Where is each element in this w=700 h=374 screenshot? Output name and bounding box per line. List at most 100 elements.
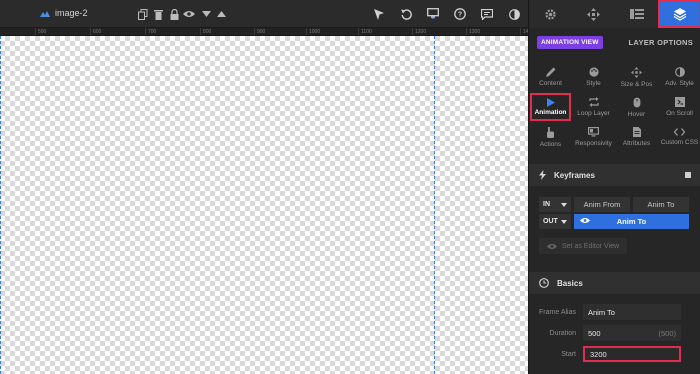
option-hover[interactable]: Hover — [615, 92, 658, 122]
option-label: Style — [586, 80, 601, 87]
out-dropdown[interactable]: OUT — [539, 214, 571, 229]
anim-from-label: Anim From — [583, 200, 621, 209]
layer-options-title: LAYER OPTIONS — [628, 37, 693, 47]
option-loop-layer[interactable]: Loop Layer — [572, 92, 615, 122]
option-content[interactable]: Content — [529, 62, 572, 92]
option-on-scroll[interactable]: On Scroll — [658, 92, 700, 122]
option-label: Hover — [627, 110, 646, 118]
ruler-tick: 1000 — [306, 28, 320, 35]
canvas-guide-left[interactable] — [0, 36, 1, 374]
set-editor-view-button[interactable]: Set as Editor View — [539, 238, 628, 254]
pencil-icon — [545, 67, 555, 77]
undo-icon[interactable] — [398, 6, 414, 22]
animation-view-badge[interactable]: ANIMATION VIEW — [537, 35, 603, 49]
desktop-icon[interactable] — [425, 6, 441, 22]
option-responsivity[interactable]: Responsivity — [572, 122, 615, 152]
contrast-icon — [674, 67, 685, 77]
scroll-icon — [674, 97, 685, 107]
image-layer-icon — [40, 11, 50, 17]
canvas-guide-right[interactable] — [434, 36, 435, 374]
layer-name-text: image-2 — [55, 8, 88, 18]
loop-icon — [588, 97, 599, 107]
ruler-tick: 700 — [145, 28, 156, 35]
ruler-tick: 500 — [35, 28, 46, 35]
keyframes-title: Keyframes — [554, 170, 595, 180]
copy-icon[interactable] — [135, 6, 151, 22]
arrow-down-icon[interactable] — [198, 6, 214, 22]
monitor-icon — [588, 127, 599, 137]
anim-to-label: Anim To — [647, 200, 675, 209]
chevron-down-icon — [561, 219, 567, 224]
start-input[interactable]: 3200 — [583, 346, 681, 362]
animation-highlight: Animation — [529, 93, 572, 121]
start-label: Start — [561, 350, 576, 358]
option-adv-style[interactable]: Adv. Style — [658, 62, 700, 92]
navigation-arrows-icon[interactable] — [572, 0, 615, 28]
help-icon[interactable]: ? — [452, 6, 468, 22]
option-label: On Scroll — [666, 110, 693, 117]
ruler-tick: 800 — [200, 28, 211, 35]
anim-to-active-label: Anim To — [616, 217, 647, 226]
chevron-down-icon — [561, 202, 567, 207]
top-toolbar: image-2 ? — [0, 0, 528, 28]
frame-alias-label: Frame Alias — [539, 308, 576, 316]
option-actions[interactable]: Actions — [529, 122, 572, 152]
frame-alias-field: Frame Alias Anim To — [529, 304, 700, 320]
lock-icon[interactable] — [166, 6, 182, 22]
frame-alias-input[interactable]: Anim To — [583, 304, 681, 320]
trash-icon[interactable] — [150, 6, 166, 22]
horizontal-ruler[interactable]: 500 600 700 800 900 1000 1100 1200 1300 … — [0, 28, 528, 36]
option-attributes[interactable]: Attributes — [615, 122, 658, 152]
panel-header: ANIMATION VIEW LAYER OPTIONS — [529, 28, 700, 56]
start-field: Start 3200 — [529, 346, 700, 362]
ruler-tick: 1100 — [358, 28, 372, 35]
anim-to-active-button[interactable]: Anim To — [574, 214, 689, 229]
ruler-tick: 14 — [520, 28, 528, 35]
option-custom-css[interactable]: Custom CSS — [658, 122, 700, 152]
start-value: 3200 — [590, 349, 607, 359]
layer-name-area[interactable]: image-2 — [40, 8, 88, 18]
option-label: Actions — [539, 140, 562, 148]
keyframes-section-header[interactable]: Keyframes — [529, 164, 700, 186]
arrow-up-icon[interactable] — [213, 6, 229, 22]
eye-icon — [547, 243, 557, 249]
stop-icon[interactable] — [685, 172, 691, 178]
chat-icon[interactable] — [479, 6, 495, 22]
palette-icon — [588, 67, 599, 77]
option-animation[interactable]: Animation — [529, 92, 572, 122]
svg-text:?: ? — [458, 12, 462, 19]
frame-alias-value: Anim To — [588, 307, 615, 317]
option-label: Loop Layer — [577, 110, 610, 117]
keyframe-row-in: IN Anim From Anim To — [539, 197, 689, 212]
ruler-tick: 600 — [90, 28, 101, 35]
layers-list-icon[interactable] — [615, 0, 658, 28]
layer-options-grid: Content Style Size & Pos Adv. Style Anim… — [529, 62, 700, 152]
cursor-icon[interactable] — [371, 6, 387, 22]
option-label: Content — [539, 80, 562, 87]
code-icon — [674, 128, 685, 136]
option-label: Adv. Style — [665, 80, 694, 87]
play-icon — [546, 98, 555, 107]
duration-input[interactable]: 500 (500) — [583, 325, 681, 341]
option-label: Size & Pos — [620, 80, 653, 88]
layer-stack-icon[interactable] — [658, 0, 700, 28]
option-style[interactable]: Style — [572, 62, 615, 92]
option-size-pos[interactable]: Size & Pos — [615, 62, 658, 92]
eye-icon[interactable] — [181, 6, 197, 22]
in-dropdown[interactable]: IN — [539, 197, 571, 212]
move-icon — [631, 66, 642, 78]
contrast-icon[interactable] — [506, 6, 522, 22]
ruler-tick: 900 — [254, 28, 265, 35]
keyframe-row-out: OUT Anim To — [539, 214, 689, 229]
set-editor-view-label: Set as Editor View — [562, 242, 620, 250]
basics-section-header[interactable]: Basics — [529, 272, 700, 294]
anim-from-button[interactable]: Anim From — [574, 197, 630, 212]
gear-icon[interactable] — [529, 0, 572, 28]
ruler-tick: 1200 — [412, 28, 426, 35]
option-label: Attributes — [622, 140, 651, 147]
anim-to-button[interactable]: Anim To — [633, 197, 689, 212]
mouse-icon — [633, 97, 640, 107]
duration-value: 500 — [588, 328, 601, 338]
editor-canvas[interactable] — [0, 36, 528, 374]
out-label: OUT — [543, 218, 558, 225]
